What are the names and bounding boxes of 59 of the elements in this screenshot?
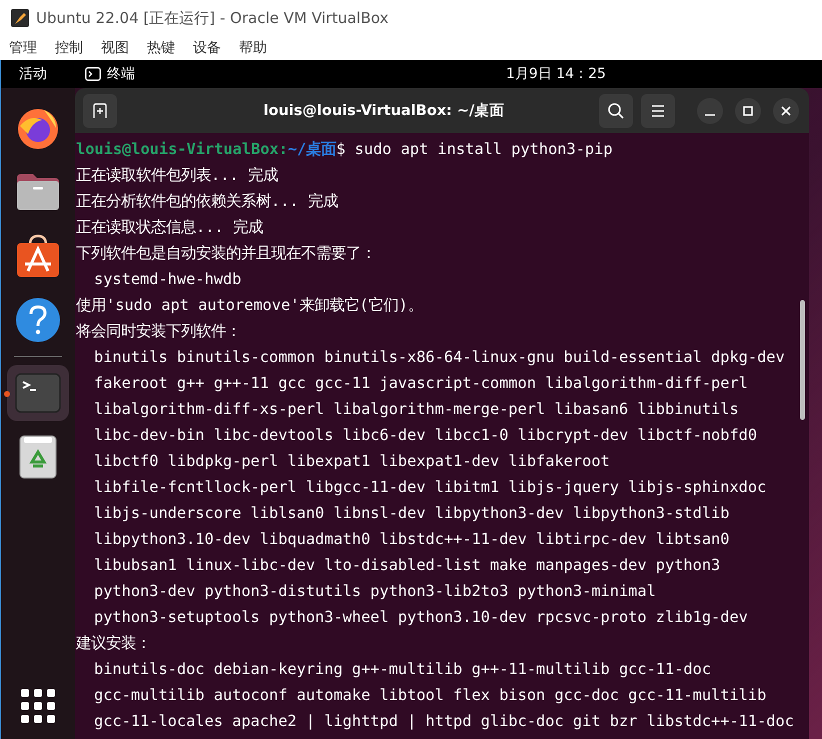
recycle-bin-icon bbox=[19, 434, 57, 480]
output-line: 建议安装： bbox=[76, 634, 151, 652]
menu-item[interactable]: 视图 bbox=[101, 39, 129, 57]
output-line: 下列软件包是自动安装的并且现在不需要了： bbox=[76, 244, 376, 262]
activities-button[interactable]: 活动 bbox=[1, 65, 85, 83]
app-menu-label[interactable]: 终端 bbox=[107, 65, 135, 83]
prompt-user: louis@louis-VirtualBox bbox=[76, 140, 279, 158]
fox-globe-icon bbox=[16, 106, 60, 150]
output-line: systemd-hwe-hwdb bbox=[94, 270, 242, 288]
output-line: binutils-doc debian-keyring g++-multilib g++-11-multilib gcc-11-doc bbox=[94, 660, 712, 678]
output-line: libpython3.10-dev libquadmath0 libstdc++-11-dev libtirpc-dev libtsan0 bbox=[94, 530, 730, 548]
output-line: 将会同时安装下列软件： bbox=[76, 322, 241, 340]
prompt-separator: : bbox=[278, 140, 288, 158]
output-line: libfile-fcntllock-perl libgcc-11-dev libitm1 libjs-jquery libjs-sphinxdoc bbox=[94, 478, 766, 496]
menu-icon bbox=[650, 104, 666, 118]
prompt-path: ~/桌面 bbox=[288, 140, 336, 158]
output-line: libalgorithm-diff-xs-perl libalgorithm-merge-perl libasan6 libbinutils bbox=[94, 400, 739, 418]
output-line: gcc-11-locales apache2 | lighttpd | httpd glibc-doc git bzr libstdc++-11-doc bbox=[94, 712, 794, 730]
maximize-button[interactable] bbox=[735, 98, 761, 124]
menu-item[interactable]: 设备 bbox=[193, 39, 221, 57]
shopping-bag-icon bbox=[15, 233, 61, 279]
output-line: python3-setuptools python3-wheel python3.10-dev rpcsvc-proto zlib1g-dev bbox=[94, 608, 748, 626]
output-line: 正在读取状态信息... 完成 bbox=[76, 218, 263, 236]
menu-item[interactable]: 帮助 bbox=[239, 39, 267, 57]
output-line: 使用'sudo apt autoremove'来卸载它(它们)。 bbox=[76, 296, 423, 314]
search-button[interactable] bbox=[599, 94, 633, 128]
terminal-icon bbox=[85, 67, 101, 81]
output-line: fakeroot g++ g++-11 gcc gcc-11 javascript-common libalgorithm-diff-perl bbox=[94, 374, 748, 392]
maximize-icon bbox=[742, 104, 754, 116]
command-text: $ sudo apt install python3-pip bbox=[336, 140, 613, 158]
minimize-button[interactable] bbox=[697, 98, 723, 124]
output-line: libc-dev-bin libc-devtools libc6-dev libcc1-0 libcrypt-dev libctf-nobfd0 bbox=[94, 426, 758, 444]
minimize-icon bbox=[705, 114, 715, 116]
close-icon bbox=[780, 104, 792, 116]
output-line: gcc-multilib autoconf automake libtool flex bison gcc-doc gcc-11-multilib bbox=[94, 686, 766, 704]
window-title: Ubuntu 22.04 [正在运行] - Oracle VM VirtualBox bbox=[36, 8, 388, 28]
output-line: 正在读取软件包列表... 完成 bbox=[76, 166, 278, 184]
menu-button[interactable] bbox=[641, 94, 675, 128]
new-tab-button[interactable] bbox=[83, 94, 117, 128]
search-icon bbox=[607, 102, 625, 120]
new-tab-icon bbox=[92, 102, 108, 118]
clock[interactable]: 1月9日 14：25 bbox=[506, 65, 606, 83]
menu-item[interactable]: 管理 bbox=[9, 39, 37, 57]
output-line: libubsan1 linux-libc-dev lto-disabled-list make manpages-dev python3 bbox=[94, 556, 720, 574]
output-line: libjs-underscore liblsan0 libnsl-dev libpython3-dev libpython3-stdlib bbox=[94, 504, 730, 522]
output-line: binutils binutils-common binutils-x86-64-linux-gnu build-essential dpkg-dev bbox=[94, 348, 785, 366]
app-grid-icon[interactable] bbox=[21, 689, 55, 723]
help-icon bbox=[15, 297, 61, 343]
folder-icon bbox=[15, 172, 61, 212]
output-line: libctf0 libdpkg-perl libexpat1 libexpat1-dev libfakeroot bbox=[94, 452, 610, 470]
close-button[interactable] bbox=[773, 98, 799, 124]
output-line: 正在分析软件包的依赖关系树... 完成 bbox=[76, 192, 338, 210]
menu-item[interactable]: 控制 bbox=[55, 39, 83, 57]
scrollbar[interactable] bbox=[800, 300, 805, 420]
app-logo-icon bbox=[10, 8, 30, 28]
terminal-icon bbox=[15, 373, 61, 413]
window-title: louis@louis-VirtualBox: ~/桌面 bbox=[262, 102, 506, 120]
output-line: python3-dev python3-distutils python3-lib2to3 python3-minimal bbox=[94, 582, 656, 600]
menu-item[interactable]: 热键 bbox=[147, 39, 175, 57]
